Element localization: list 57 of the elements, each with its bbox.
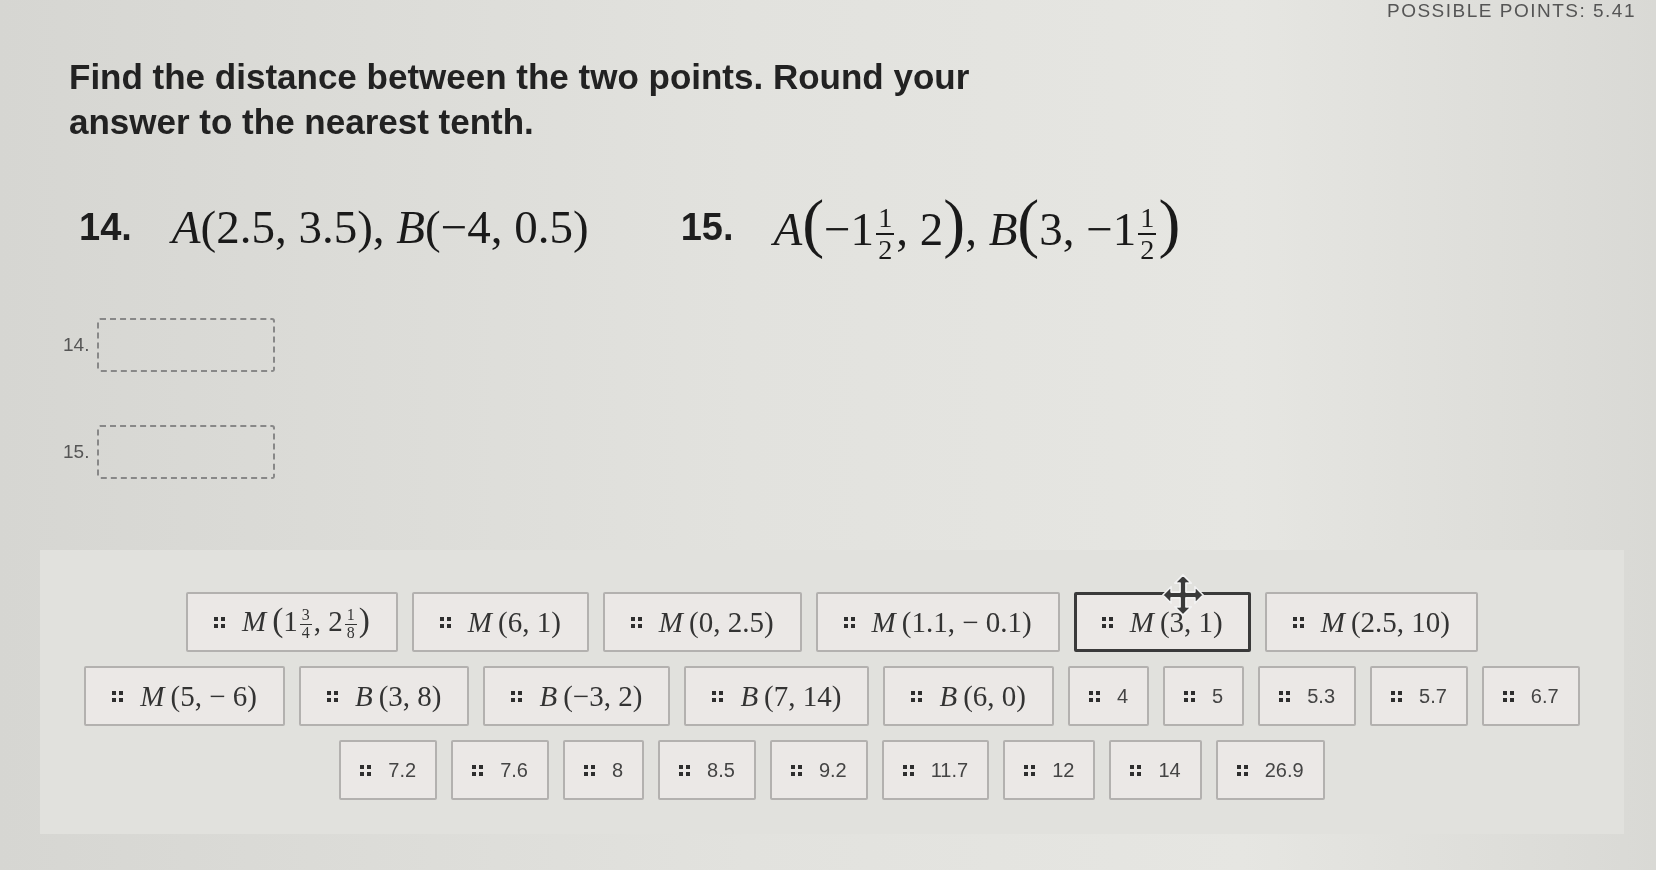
answer-tile[interactable]: M (2.5, 10) [1264,592,1478,652]
grip-icon [1184,690,1196,702]
problem-number: 14. [79,205,132,249]
answer-tile[interactable]: 5 [1163,666,1245,726]
grip-icon [360,764,372,776]
possible-points-text: POSSIBLE POINTS: 5.41 [1386,0,1636,22]
grip-icon [1236,764,1248,776]
answer-tile[interactable]: M (5, − 6) [84,666,285,726]
instructions-text: Find the distance between the two points. Round your answer to the nearest tenth. [69,56,971,143]
grip-icon [326,690,338,702]
problem-number: 15. [680,205,734,249]
answer-tile[interactable]: 8 [563,740,645,800]
answer-label: 14. [63,334,90,356]
answer-tile[interactable]: 12 [1003,740,1096,800]
answer-tile[interactable]: B (6, 0) [883,666,1054,726]
answer-tile[interactable]: B (7, 14) [684,666,870,726]
grip-icon [843,616,855,628]
answer-tile[interactable]: 4 [1067,666,1150,726]
answer-tile[interactable]: M (6, 1) [411,592,589,652]
answer-tile[interactable]: B (3, 8) [298,666,470,726]
answer-tile[interactable]: 9.2 [769,740,868,800]
grip-icon [584,764,595,776]
grip-icon [1024,764,1036,776]
answer-tile[interactable]: M (1.1, − 0.1) [815,592,1060,652]
grip-icon [1101,616,1113,628]
grip-icon [112,690,124,702]
grip-icon [511,690,523,702]
answer-tile[interactable]: 7.2 [339,740,438,800]
answer-tile[interactable]: 5.7 [1370,666,1468,726]
grip-icon [790,764,802,776]
answer-tile[interactable]: 7.6 [451,740,549,800]
grip-icon [472,764,484,776]
answer-drop-zone[interactable] [97,318,276,372]
grip-icon [1502,690,1514,702]
answer-tile[interactable]: 6.7 [1481,666,1580,726]
answer-tile[interactable]: 8.5 [658,740,756,800]
answer-drop-zone[interactable] [97,425,276,479]
answer-tile[interactable]: B (−3, 2) [483,666,671,726]
answer-tile[interactable]: 26.9 [1215,740,1325,800]
answer-tile[interactable]: 5.3 [1258,666,1357,726]
grip-icon [1088,690,1100,702]
grip-icon [1279,690,1291,702]
answer-tile[interactable]: 14 [1109,740,1202,800]
grip-icon [679,764,691,776]
grip-icon [1391,690,1403,702]
grip-icon [214,616,226,628]
problem-expression: A(2.5, 3.5), B(−4, 0.5) [171,200,589,254]
grip-icon [439,616,451,628]
answer-tile[interactable]: 11.7 [881,740,990,800]
grip-icon [712,690,724,702]
answer-label: 15. [63,441,90,463]
grip-icon [1292,616,1304,628]
grip-icon [911,690,923,702]
grip-icon [1130,764,1142,776]
grip-icon [630,616,642,628]
answer-tile[interactable]: M (0, 2.5) [602,592,802,652]
grip-icon [902,764,914,776]
